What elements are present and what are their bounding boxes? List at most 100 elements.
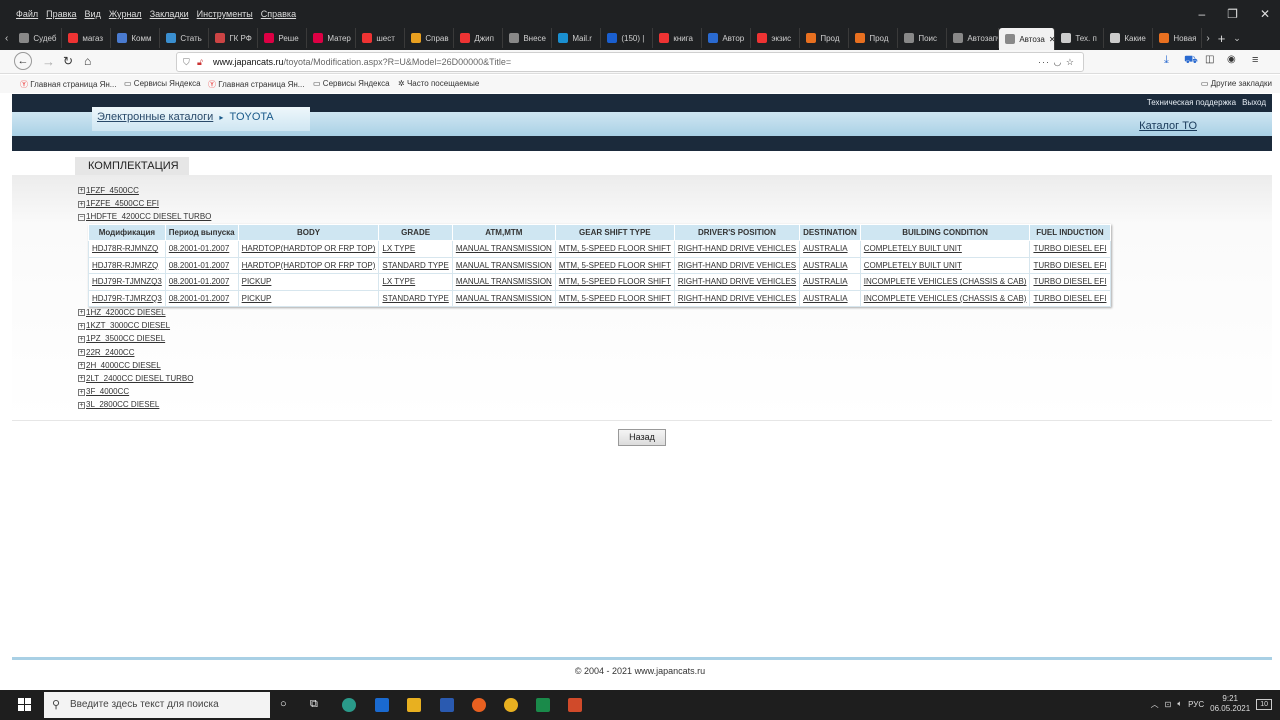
insecure-lock-icon[interactable]: 🔓︎ <box>197 53 203 71</box>
expand-icon[interactable]: + <box>78 200 85 208</box>
account-icon[interactable]: ◉ <box>1227 54 1236 65</box>
table-cell-link[interactable]: LX TYPE <box>378 240 453 258</box>
engine-tree-item[interactable]: +2H_4000CC DIESEL <box>78 361 161 370</box>
menu-item[interactable]: Вид <box>85 9 101 19</box>
table-cell-link[interactable]: STANDARD TYPE <box>378 289 453 307</box>
expand-icon[interactable]: + <box>78 187 85 195</box>
browser-tab[interactable]: Джип <box>454 28 504 48</box>
maintenance-catalog-link[interactable]: Каталог ТО <box>1139 120 1197 132</box>
engine-tree-item[interactable]: +1HZ_4200CC DIESEL <box>78 308 166 317</box>
table-cell-link[interactable]: MANUAL TRANSMISSION <box>451 289 556 307</box>
table-cell-link[interactable]: TURBO DIESEL EFI <box>1029 256 1111 274</box>
engine-label[interactable]: 1PZ_3500CC DIESEL <box>86 334 165 343</box>
address-bar[interactable]: ⛉ 🔓︎ www.japancats.ru/toyota/Modificatio… <box>176 52 1084 72</box>
engine-tree-item[interactable]: +22R_2400CC <box>78 348 134 357</box>
browser-tab[interactable]: Поис <box>898 28 948 48</box>
downloads-icon[interactable]: ⤓ <box>1164 54 1169 67</box>
breadcrumb-catalogs-link[interactable]: Электронные каталоги <box>97 111 213 123</box>
support-link[interactable]: Техническая поддержка <box>1147 98 1236 107</box>
engine-label[interactable]: 1HDFTE_4200CC DIESEL TURBO <box>86 212 211 221</box>
pocket-icon[interactable]: ◡ <box>1054 57 1063 67</box>
expand-icon[interactable]: + <box>78 401 85 409</box>
cart-icon[interactable]: ⛟ <box>1184 54 1198 68</box>
table-cell-link[interactable]: PICKUP <box>237 273 380 291</box>
expand-icon[interactable]: + <box>78 375 85 383</box>
browser-tab[interactable]: Mail.r <box>552 28 602 48</box>
tab-scroll-left-icon[interactable]: ‹ <box>0 33 13 44</box>
bookmark-star-icon[interactable]: ☆ <box>1066 57 1075 67</box>
language-indicator[interactable]: РУС <box>1188 700 1204 709</box>
expand-icon[interactable]: + <box>78 362 85 370</box>
engine-label[interactable]: 3L_2800CC DIESEL <box>86 400 159 409</box>
expand-icon[interactable]: + <box>78 335 85 343</box>
sidebar-icon[interactable]: ◫ <box>1205 54 1214 65</box>
expand-icon[interactable]: + <box>78 348 85 356</box>
volume-icon[interactable]: 🔈︎ <box>1177 699 1182 709</box>
notifications-icon[interactable]: 10 <box>1256 698 1272 710</box>
hamburger-menu-icon[interactable]: ≡ <box>1252 54 1258 66</box>
task-view-icon[interactable]: ⧉ <box>310 698 324 712</box>
browser-tab[interactable]: Новая <box>1153 28 1203 48</box>
engine-tree-item[interactable]: −1HDFTE_4200CC DIESEL TURBO <box>78 212 211 221</box>
table-cell-link[interactable]: AUSTRALIA <box>799 240 861 258</box>
browser-tab[interactable]: шест <box>356 28 406 48</box>
bookmark-4[interactable]: ▭ Сервисы Яндекса <box>313 79 390 88</box>
expand-icon[interactable]: + <box>78 388 85 396</box>
table-cell-link[interactable]: HDJ78R-RJMRZQ <box>88 256 166 274</box>
table-cell-link[interactable]: INCOMPLETE VEHICLES (CHASSIS & CAB) <box>859 289 1031 307</box>
engine-tree-item[interactable]: +1FZFE_4500CC EFI <box>78 199 159 208</box>
browser-tab[interactable]: магаз <box>62 28 112 48</box>
table-cell-link[interactable]: MANUAL TRANSMISSION <box>451 240 556 258</box>
browser-tab[interactable]: Автозапч <box>947 28 1000 48</box>
table-cell-link[interactable]: AUSTRALIA <box>799 289 861 307</box>
table-cell-link[interactable]: STANDARD TYPE <box>378 256 453 274</box>
table-cell-link[interactable]: PICKUP <box>237 289 380 307</box>
engine-label[interactable]: 3F_4000CC <box>86 387 129 396</box>
tab-scroll-right-icon[interactable]: › <box>1202 33 1213 44</box>
browser-tab[interactable]: Комм <box>111 28 161 48</box>
browser-tab[interactable]: (150) | <box>601 28 654 48</box>
menu-item[interactable]: Справка <box>261 9 296 19</box>
reload-icon[interactable]: ↻ <box>63 54 73 68</box>
engine-tree-item[interactable]: +2LT_2400CC DIESEL TURBO <box>78 374 193 383</box>
browser-tab[interactable]: Прод <box>849 28 899 48</box>
table-cell-link[interactable]: RIGHT-HAND DRIVE VEHICLES <box>673 240 801 258</box>
engine-label[interactable]: 2LT_2400CC DIESEL TURBO <box>86 374 193 383</box>
table-cell-link[interactable]: 08.2001-01.2007 <box>164 256 239 274</box>
page-actions-icon[interactable]: ··· <box>1038 57 1050 67</box>
browser-tab[interactable]: Судеб <box>13 28 63 48</box>
browser-tab[interactable]: Матер <box>307 28 357 48</box>
engine-tree-item[interactable]: +1KZT_3000CC DIESEL <box>78 321 170 330</box>
table-cell-link[interactable]: MTM, 5-SPEED FLOOR SHIFT <box>554 289 675 307</box>
browser-tab[interactable]: Внесе <box>503 28 553 48</box>
bookmark-5[interactable]: ✲ Часто посещаемые <box>398 79 479 88</box>
browser-tab[interactable]: Прод <box>800 28 850 48</box>
engine-tree-item[interactable]: +1PZ_3500CC DIESEL <box>78 334 165 343</box>
bookmark-2[interactable]: ▭ Сервисы Яндекса <box>124 79 201 88</box>
browser-tab[interactable]: Тех. п <box>1055 28 1105 48</box>
engine-tree-item[interactable]: +1FZF_4500CC <box>78 186 139 195</box>
browser-tab[interactable]: Стать <box>160 28 210 48</box>
table-cell-link[interactable]: 08.2001-01.2007 <box>164 289 239 307</box>
engine-label[interactable]: 1FZF_4500CC <box>86 186 139 195</box>
chrome-icon[interactable] <box>504 698 518 712</box>
table-cell-link[interactable]: 08.2001-01.2007 <box>164 273 239 291</box>
table-cell-link[interactable]: INCOMPLETE VEHICLES (CHASSIS & CAB) <box>859 273 1031 291</box>
engine-label[interactable]: 1FZFE_4500CC EFI <box>86 199 159 208</box>
word-icon[interactable] <box>440 698 454 712</box>
menu-item[interactable]: Журнал <box>109 9 142 19</box>
logout-link[interactable]: Выход <box>1242 98 1266 107</box>
minimize-icon[interactable]: – <box>1198 7 1205 21</box>
cortana-icon[interactable]: ○ <box>280 698 294 712</box>
table-cell-link[interactable]: AUSTRALIA <box>799 256 861 274</box>
browser-tab[interactable]: Реше <box>258 28 308 48</box>
table-cell-link[interactable]: LX TYPE <box>378 273 453 291</box>
menu-item[interactable]: Инструменты <box>197 9 253 19</box>
expand-icon[interactable]: + <box>78 309 85 317</box>
tab-list-icon[interactable]: ⌄ <box>1229 33 1245 44</box>
table-cell-link[interactable]: RIGHT-HAND DRIVE VEHICLES <box>673 273 801 291</box>
browser-tab[interactable]: экзис <box>751 28 801 48</box>
table-cell-link[interactable]: MTM, 5-SPEED FLOOR SHIFT <box>554 273 675 291</box>
table-cell-link[interactable]: RIGHT-HAND DRIVE VEHICLES <box>673 256 801 274</box>
table-cell-link[interactable]: 08.2001-01.2007 <box>164 240 239 258</box>
